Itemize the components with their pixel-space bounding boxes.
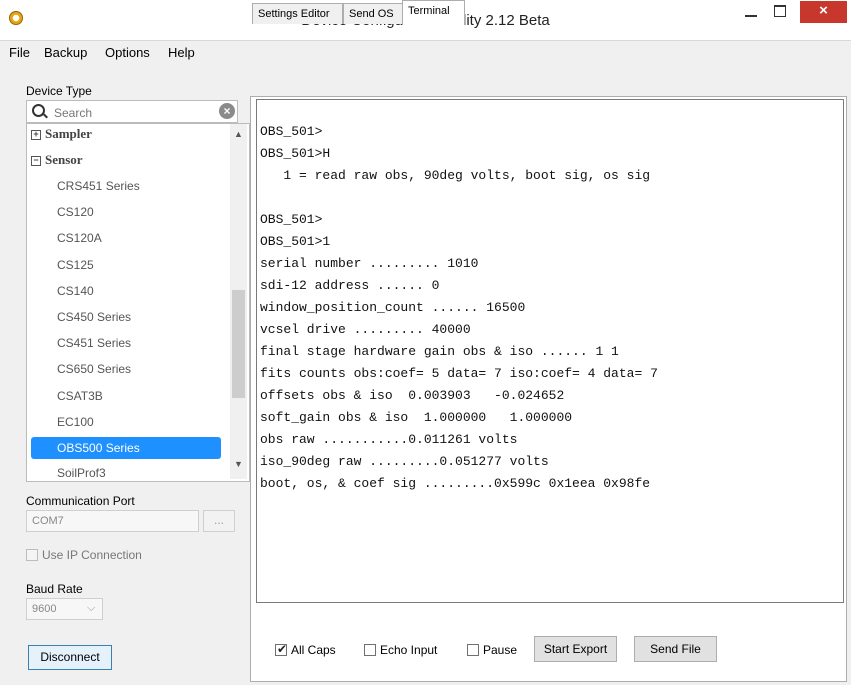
terminal-line: OBS_501>1 (260, 234, 331, 249)
terminal-line: obs raw ...........0.011261 volts (260, 432, 518, 447)
tree-group-label: Sampler (45, 126, 92, 141)
device-item[interactable]: CSAT3B (31, 385, 221, 407)
terminal-output[interactable]: OBS_501> OBS_501>H 1 = read raw obs, 90d… (256, 99, 844, 603)
tab-settings-editor[interactable]: Settings Editor (252, 3, 343, 24)
browse-port-button[interactable]: ... (203, 510, 235, 532)
maximize-icon[interactable] (772, 4, 788, 18)
menu-options[interactable]: Options (105, 45, 150, 60)
device-item[interactable]: SoilProf3 (31, 462, 221, 481)
terminal-line: serial number ......... 1010 (260, 256, 479, 271)
use-ip-checkbox[interactable] (26, 549, 38, 561)
start-export-button[interactable]: Start Export (534, 636, 617, 662)
device-list-scrollbar[interactable]: ▲ ▼ (230, 124, 247, 479)
terminal-line: soft_gain obs & iso 1.000000 1.000000 (260, 410, 573, 425)
all-caps-option[interactable]: ✔ All Caps (275, 642, 336, 657)
terminal-line: fits counts obs:coef= 5 data= 7 iso:coef… (260, 366, 658, 381)
terminal-line: OBS_501> (260, 212, 323, 227)
scroll-up-icon[interactable]: ▲ (234, 129, 243, 139)
device-list[interactable]: + Sampler − Sensor CRS451 Series CS120 CS1… (26, 123, 250, 482)
echo-input-option[interactable]: Echo Input (364, 643, 437, 657)
clear-search-icon[interactable]: × (219, 103, 235, 119)
close-icon[interactable]: × (800, 1, 847, 23)
all-caps-label: All Caps (291, 643, 336, 657)
device-item-selected[interactable]: OBS500 Series (31, 437, 221, 459)
menu-help[interactable]: Help (168, 45, 195, 60)
pause-label: Pause (483, 643, 518, 657)
terminal-line: offsets obs & iso 0.003903 -0.024652 (260, 388, 565, 403)
tab-send-os[interactable]: Send OS (343, 3, 403, 24)
terminal-line: OBS_501>H (260, 146, 331, 161)
scrollbar-thumb[interactable] (232, 290, 245, 398)
terminal-line: iso_90deg raw .........0.051277 volts (260, 454, 549, 469)
terminal-line: window_position_count ...... 16500 (260, 300, 526, 315)
baud-rate-select[interactable]: 9600 ⌵ (26, 598, 103, 620)
terminal-line: 1 = read raw obs, 90deg volts, boot sig,… (260, 168, 651, 183)
device-item[interactable]: CS450 Series (31, 306, 221, 328)
minimize-icon[interactable] (741, 2, 763, 24)
expand-icon[interactable]: + (31, 130, 41, 140)
baud-rate-label: Baud Rate (26, 582, 83, 596)
pause-checkbox[interactable] (467, 644, 479, 656)
tree-group-sensor[interactable]: − Sensor (31, 152, 83, 168)
send-file-button[interactable]: Send File (634, 636, 717, 662)
device-type-label: Device Type (26, 84, 92, 98)
device-item[interactable]: CS140 (31, 280, 221, 302)
tab-terminal[interactable]: Terminal (402, 0, 465, 25)
device-item[interactable]: CS120A (31, 227, 221, 249)
echo-input-checkbox[interactable] (364, 644, 376, 656)
scroll-down-icon[interactable]: ▼ (234, 459, 243, 469)
search-icon (32, 104, 45, 117)
menu-bar: File Backup Options Help (0, 41, 851, 63)
terminal-line: boot, os, & coef sig .........0x599c 0x1… (260, 476, 651, 491)
use-ip-row[interactable]: Use IP Connection (26, 548, 142, 562)
tree-group-sampler[interactable]: + Sampler (31, 126, 92, 142)
device-item[interactable]: CS120 (31, 201, 221, 223)
collapse-icon[interactable]: − (31, 156, 41, 166)
terminal-line: sdi-12 address ...... 0 (260, 278, 440, 293)
all-caps-checkbox[interactable]: ✔ (275, 642, 288, 656)
device-item[interactable]: CS650 Series (31, 358, 221, 380)
use-ip-label: Use IP Connection (42, 548, 142, 562)
disconnect-button[interactable]: Disconnect (28, 645, 112, 670)
menu-file[interactable]: File (9, 45, 30, 60)
device-item[interactable]: CS125 (31, 254, 221, 276)
device-item[interactable]: CRS451 Series (31, 175, 221, 197)
pause-option[interactable]: Pause (467, 643, 517, 657)
checkmark-icon: ✔ (277, 642, 288, 656)
tree-group-label: Sensor (45, 152, 83, 167)
baud-rate-value: 9600 (32, 603, 57, 615)
terminal-line: vcsel drive ......... 40000 (260, 322, 471, 337)
search-box[interactable]: Search × (26, 100, 238, 123)
chevron-down-icon: ⌵ (87, 602, 96, 614)
comm-port-field[interactable]: COM7 (26, 510, 199, 532)
search-input[interactable]: Search (54, 106, 92, 120)
echo-input-label: Echo Input (380, 643, 438, 657)
terminal-line: OBS_501> (260, 124, 323, 139)
device-item[interactable]: CS451 Series (31, 332, 221, 354)
terminal-line: final stage hardware gain obs & iso ....… (260, 344, 619, 359)
comm-port-label: Communication Port (26, 494, 135, 508)
device-item[interactable]: EC100 (31, 411, 221, 433)
menu-backup[interactable]: Backup (44, 45, 87, 60)
